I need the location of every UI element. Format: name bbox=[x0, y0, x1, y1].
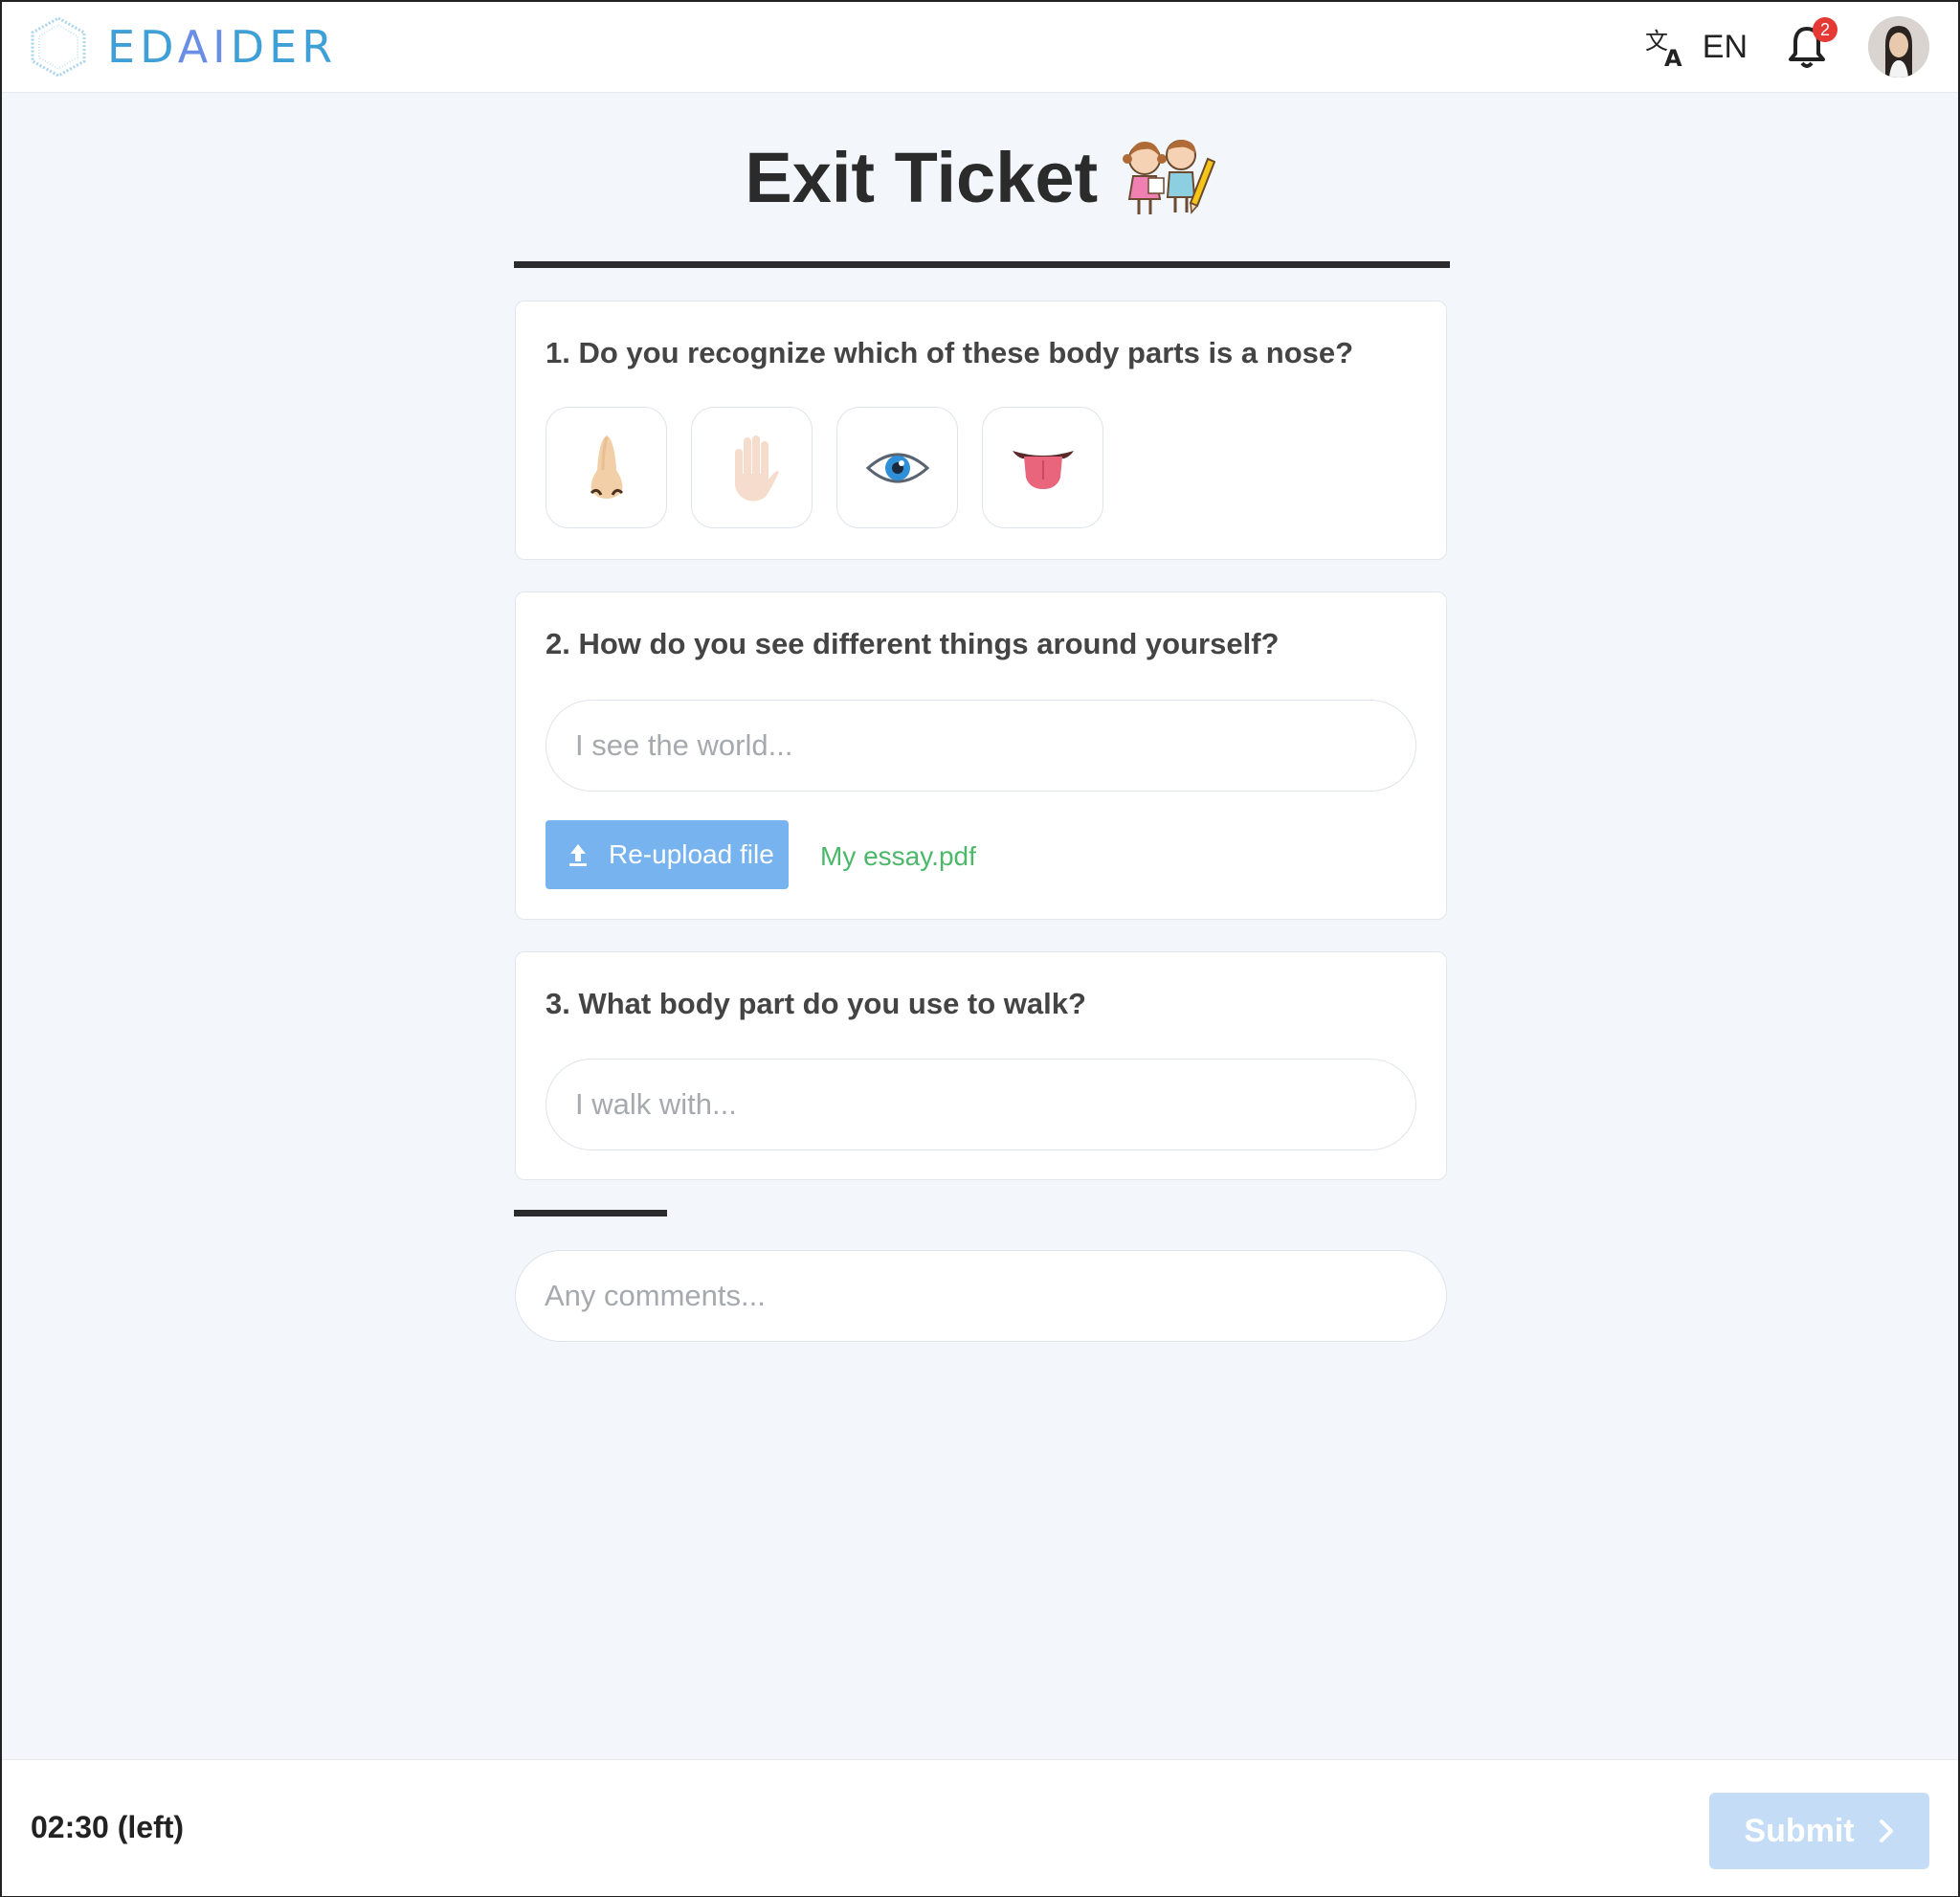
comments-divider bbox=[514, 1210, 667, 1216]
question-card-2: 2. How do you see different things aroun… bbox=[515, 591, 1447, 920]
submit-label: Submit bbox=[1744, 1812, 1855, 1849]
upload-icon bbox=[569, 844, 587, 866]
title-divider bbox=[514, 261, 1450, 268]
hand-icon bbox=[734, 435, 779, 501]
question-3-answer-input[interactable] bbox=[546, 1059, 1416, 1150]
tongue-icon bbox=[1012, 450, 1074, 489]
time-remaining: 02:30 (left) bbox=[31, 1810, 185, 1844]
notifications-button[interactable]: 2 bbox=[1786, 17, 1838, 71]
notification-badge: 2 bbox=[1813, 17, 1838, 42]
kids-writing-icon bbox=[1122, 140, 1215, 214]
nose-icon bbox=[590, 435, 623, 499]
choice-eye[interactable] bbox=[836, 407, 958, 528]
svg-text:A: A bbox=[1664, 45, 1682, 68]
question-3-text: 3. What body part do you use to walk? bbox=[546, 987, 1086, 1020]
comments-input[interactable] bbox=[515, 1250, 1447, 1342]
question-1-choices bbox=[546, 407, 1127, 528]
user-avatar[interactable] bbox=[1868, 16, 1929, 78]
question-2-answer-input[interactable] bbox=[546, 700, 1416, 792]
choice-nose[interactable] bbox=[546, 407, 667, 528]
uploaded-file-link[interactable]: My essay.pdf bbox=[820, 841, 976, 872]
language-selector[interactable]: EN bbox=[1703, 29, 1748, 66]
choice-tongue[interactable] bbox=[982, 407, 1103, 528]
question-card-1: 1. Do you recognize which of these body … bbox=[515, 301, 1447, 560]
reupload-file-button[interactable]: Re-upload file bbox=[546, 820, 789, 889]
submit-button[interactable]: Submit bbox=[1709, 1793, 1929, 1869]
bottom-bar: 02:30 (left) Submit bbox=[2, 1759, 1958, 1896]
chevron-right-icon bbox=[1879, 1819, 1893, 1842]
reupload-file-label: Re-upload file bbox=[609, 839, 774, 869]
question-2-text: 2. How do you see different things aroun… bbox=[546, 627, 1280, 660]
question-1-text: 1. Do you recognize which of these body … bbox=[546, 336, 1354, 369]
question-card-3: 3. What body part do you use to walk? bbox=[515, 951, 1447, 1180]
choice-hand[interactable] bbox=[691, 407, 813, 528]
hexagon-logo-icon bbox=[31, 16, 86, 78]
translate-icon[interactable]: 文 A bbox=[1645, 26, 1687, 68]
top-header: EDAIDER 文 A EN 2 bbox=[2, 2, 1958, 93]
page-title: Exit Ticket bbox=[745, 137, 1099, 217]
eye-icon bbox=[865, 453, 929, 482]
edaider-logo[interactable]: EDAIDER bbox=[29, 15, 337, 78]
page-heading: Exit Ticket bbox=[2, 136, 1958, 218]
brand-name: EDAIDER bbox=[107, 21, 338, 73]
